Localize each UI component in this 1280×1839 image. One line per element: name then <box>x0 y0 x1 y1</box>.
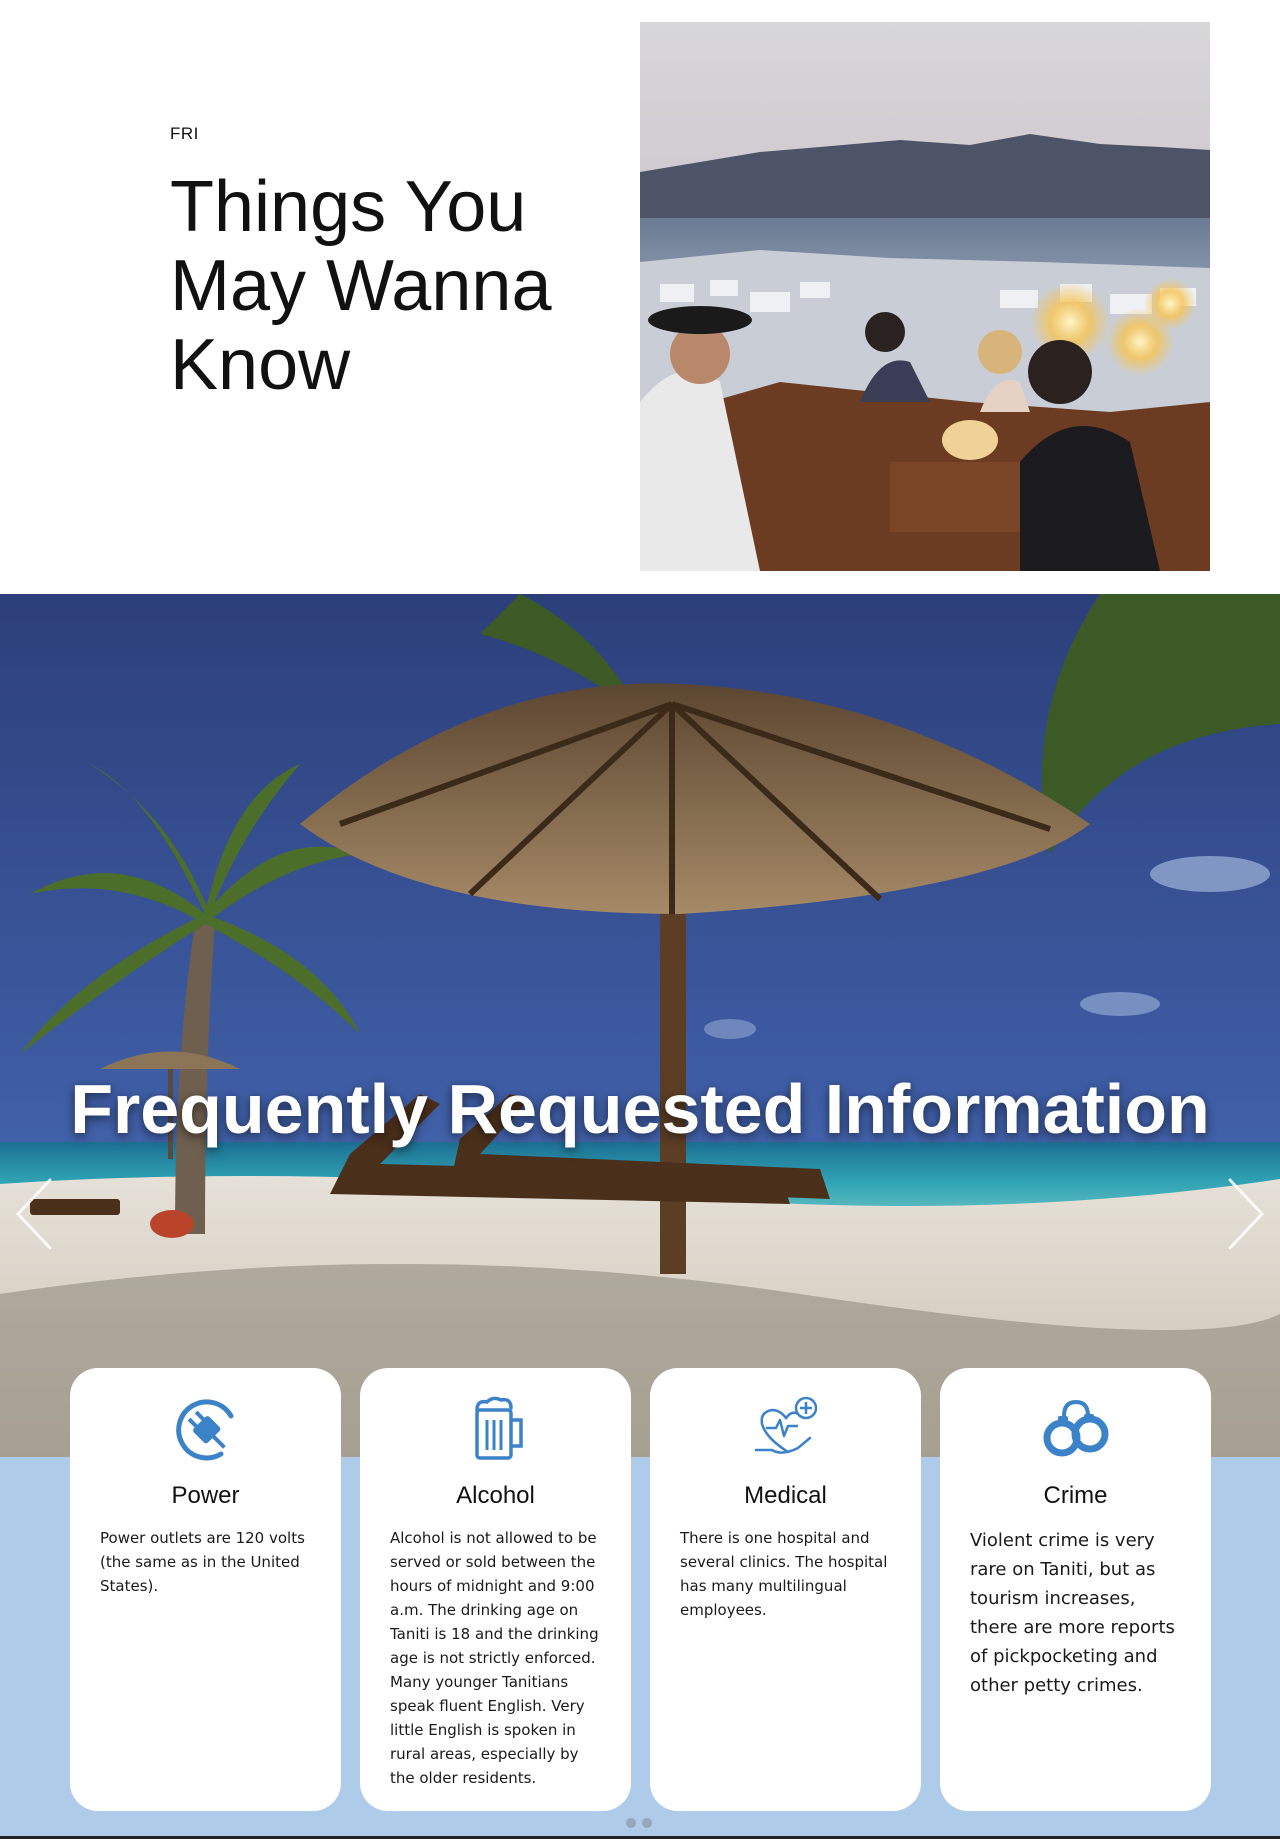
card-crime: Crime Violent crime is very rare on Tani… <box>940 1368 1211 1811</box>
day-label: FRI <box>170 124 199 143</box>
card-title-power: Power <box>171 1482 240 1509</box>
hero-title: Frequently Requested Information <box>70 1070 1210 1148</box>
carousel-dots <box>626 1818 652 1828</box>
hero-carousel: Frequently Requested Information <box>0 594 1280 1457</box>
info-cards: Power Power outlets are 120 volts (the s… <box>70 1368 1212 1811</box>
intro-text: FRI Things You May Wanna Know <box>170 124 590 405</box>
carousel-prev-button[interactable] <box>4 1174 64 1254</box>
intro-title: Things You May Wanna Know <box>170 167 552 405</box>
card-title-alcohol: Alcohol <box>456 1482 535 1509</box>
carousel-dot[interactable] <box>626 1818 636 1828</box>
card-text-medical: There is one hospital and several clinic… <box>680 1529 888 1619</box>
power-plug-icon <box>100 1396 311 1464</box>
intro-section: FRI Things You May Wanna Know <box>0 0 1280 594</box>
carousel-next-button[interactable] <box>1216 1174 1276 1254</box>
card-text-power: Power outlets are 120 volts (the same as… <box>100 1529 305 1595</box>
card-medical: Medical There is one hospital and severa… <box>650 1368 921 1811</box>
card-title-crime: Crime <box>1043 1482 1108 1509</box>
card-title-medical: Medical <box>744 1482 827 1509</box>
chevron-right-icon <box>1228 1178 1265 1250</box>
card-power: Power Power outlets are 120 volts (the s… <box>70 1368 341 1811</box>
card-text-alcohol: Alcohol is not allowed to be served or s… <box>390 1529 599 1787</box>
handcuffs-icon <box>970 1396 1181 1464</box>
card-alcohol: Alcohol Alcohol is not allowed to be ser… <box>360 1368 631 1811</box>
card-text-crime: Violent crime is very rare on Taniti, bu… <box>970 1530 1175 1696</box>
beach-umbrella-photo <box>0 594 1280 1457</box>
carousel-dot[interactable] <box>642 1818 652 1828</box>
medical-heart-icon <box>680 1396 891 1464</box>
rooftop-dinner-photo <box>640 22 1210 571</box>
beer-mug-icon <box>390 1396 601 1464</box>
chevron-left-icon <box>15 1178 52 1250</box>
